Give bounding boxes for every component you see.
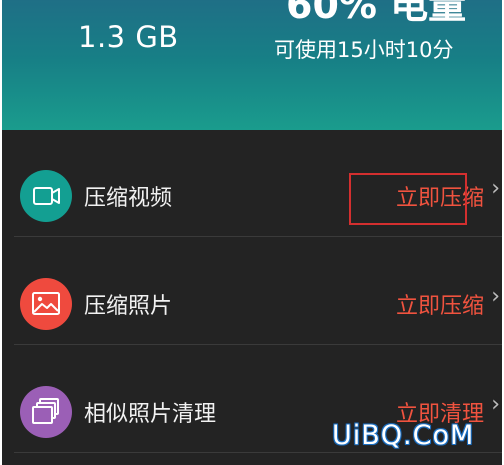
image-icon bbox=[20, 278, 72, 330]
highlight-box bbox=[349, 173, 467, 225]
chevron-right-icon: › bbox=[491, 284, 500, 309]
item-label: 相似照片清理 bbox=[84, 402, 217, 427]
app-screen: 1.3 GB 60% 电量 可使用15小时10分 压缩视频 立即压缩 › 压缩照… bbox=[2, 0, 502, 465]
chevron-right-icon: › bbox=[491, 176, 500, 201]
battery-percent: 60% 电量 bbox=[286, 0, 467, 27]
video-camera-icon bbox=[20, 170, 72, 222]
header-banner: 1.3 GB 60% 电量 可使用15小时10分 bbox=[2, 0, 502, 130]
chevron-right-icon: › bbox=[491, 392, 500, 417]
compress-now-button[interactable]: 立即压缩 bbox=[396, 288, 484, 320]
list-item-compress-photos[interactable]: 压缩照片 立即压缩 › bbox=[14, 238, 502, 345]
item-label: 压缩视频 bbox=[84, 186, 173, 211]
stacked-photos-icon bbox=[20, 386, 72, 438]
battery-remaining: 可使用15小时10分 bbox=[274, 38, 454, 62]
storage-value: 1.3 GB bbox=[78, 20, 179, 54]
item-label: 压缩照片 bbox=[84, 294, 173, 319]
watermark-logo: UiBQ.CoM bbox=[332, 420, 475, 451]
